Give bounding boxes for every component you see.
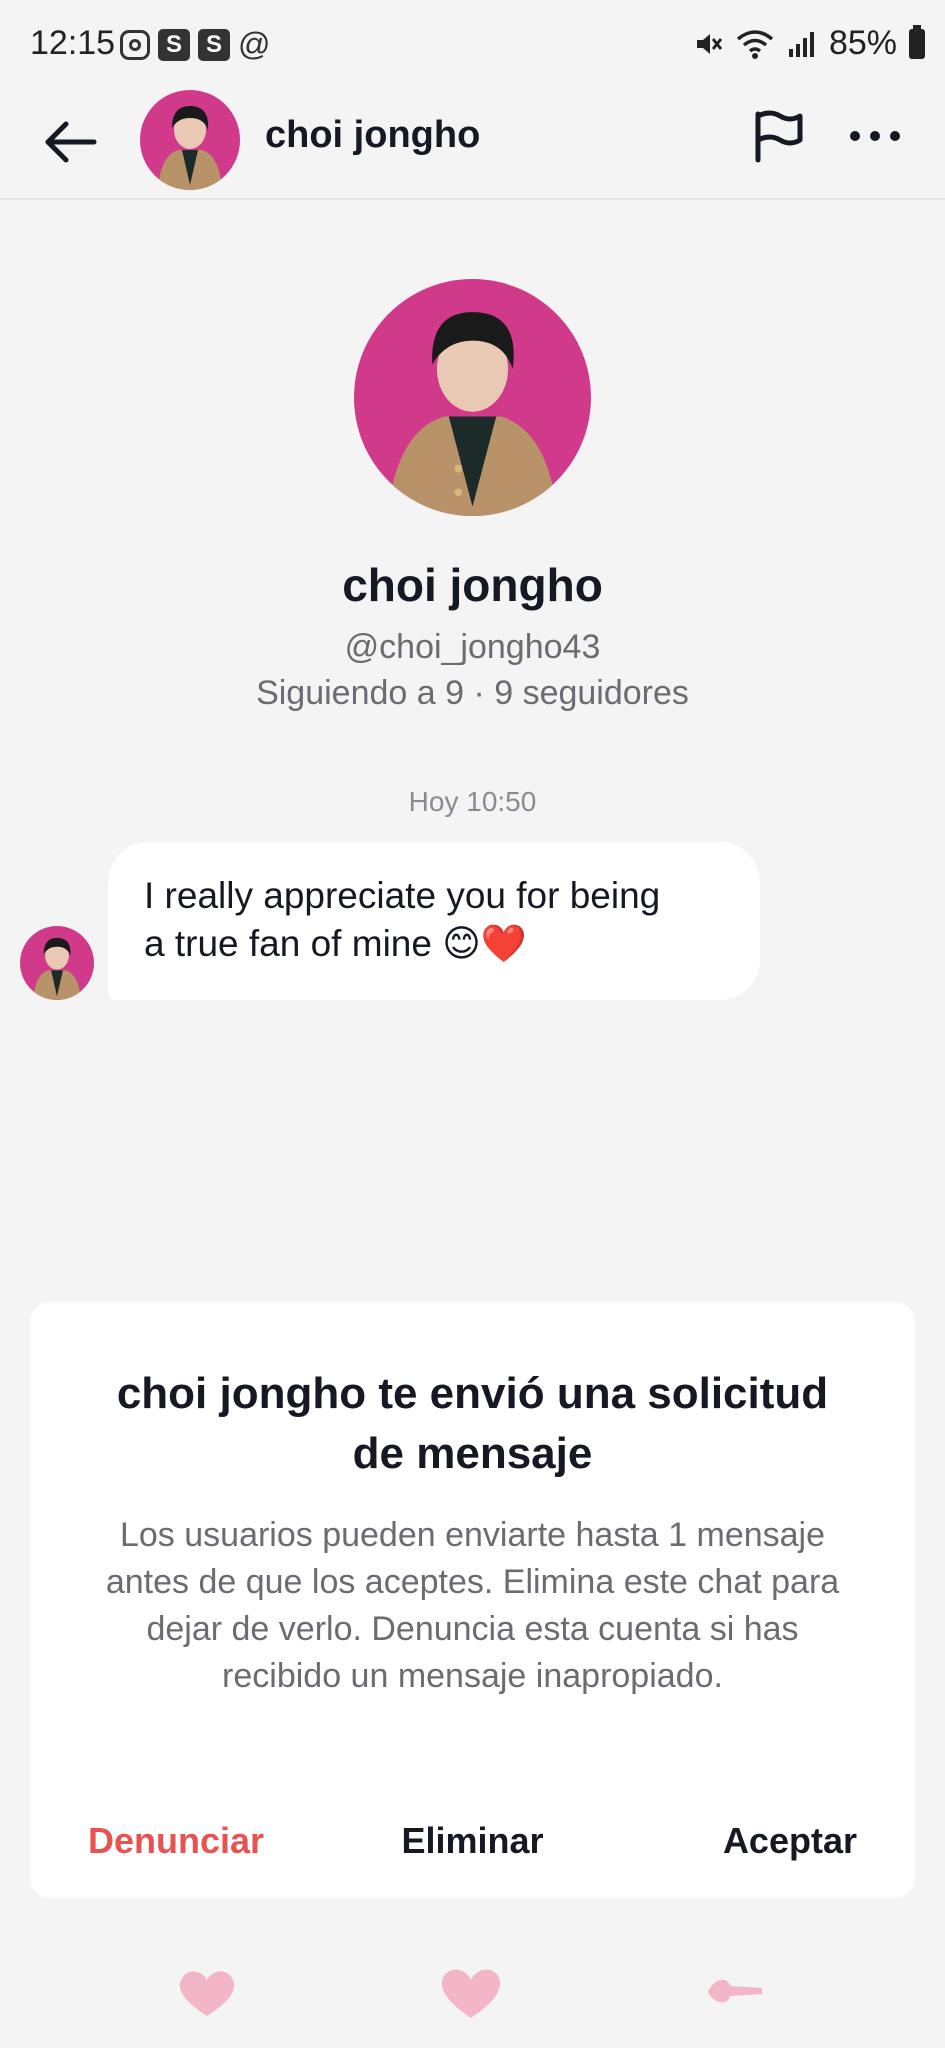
status-bar: 12:15 S S @ 85% (0, 0, 945, 90)
request-title: choi jongho te envió una solicitud de me… (116, 1369, 829, 1478)
flag-icon[interactable] (748, 106, 808, 166)
message-bubble[interactable]: I really appreciate you for being a true… (108, 842, 760, 1000)
more-icon[interactable] (845, 106, 905, 166)
back-arrow-icon[interactable] (40, 112, 100, 172)
sender-avatar[interactable] (20, 926, 94, 1000)
profile-name: choi jongho (342, 559, 603, 611)
request-actions: Denunciar Eliminar Aceptar (30, 1820, 915, 1880)
sender-avatar-image (20, 926, 94, 1000)
heart-icon (441, 1969, 501, 2018)
report-button[interactable]: Denunciar (88, 1820, 264, 1862)
arrow-heart-icon (708, 1979, 762, 2003)
chat-screen: 12:15 S S @ 85% choi jongho choi jongho … (0, 0, 945, 2048)
chat-title[interactable]: choi jongho (265, 114, 480, 157)
avatar-image (140, 90, 240, 190)
message-text-line1: I really appreciate you for being (144, 875, 661, 916)
s-app-icon: S (198, 28, 230, 61)
chat-header: choi jongho (0, 90, 945, 200)
wifi-icon (736, 29, 774, 59)
avatar[interactable] (140, 90, 240, 190)
mute-icon (696, 33, 723, 54)
battery-icon (909, 24, 925, 59)
profile-avatar[interactable] (354, 279, 591, 516)
instagram-icon (120, 29, 150, 60)
delete-button[interactable]: Eliminar (401, 1820, 543, 1861)
profile-avatar-image (354, 279, 591, 516)
status-time: 12:15 (30, 24, 116, 62)
message-request-card: choi jongho te envió una solicitud de me… (30, 1302, 915, 1898)
notification-icons: S S @ (120, 26, 270, 63)
at-icon: @ (238, 26, 271, 62)
battery-percent: 85% (828, 24, 897, 62)
request-description: Los usuarios pueden enviarte hasta 1 men… (105, 1516, 840, 1695)
profile-handle: @choi_jongho43 (344, 628, 601, 666)
signal-icon (788, 31, 814, 57)
accept-button[interactable]: Aceptar (723, 1820, 857, 1862)
profile-stats: Siguiendo a 9 · 9 seguidores (256, 674, 689, 712)
message-timestamp: Hoy 10:50 (408, 786, 537, 817)
heart-icon (179, 1971, 235, 2016)
s-app-icon: S (158, 28, 190, 61)
message-text-line2: a true fan of mine 😊❤️ (144, 923, 527, 964)
system-icons: 85% (693, 24, 925, 63)
